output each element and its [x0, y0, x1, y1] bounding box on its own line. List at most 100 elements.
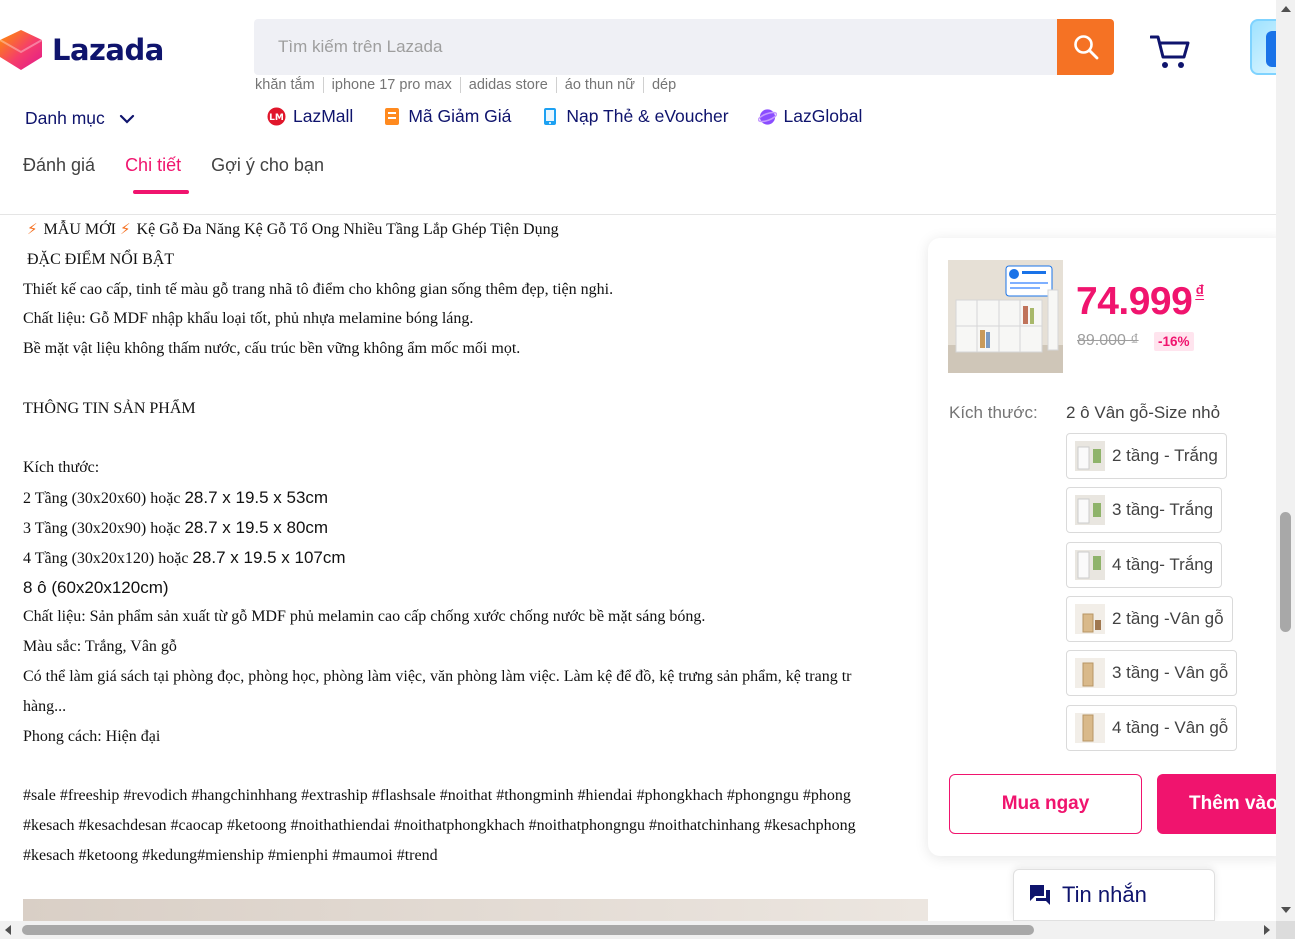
voucher-label: Mã Giảm Giá: [408, 106, 512, 126]
lazmall-link[interactable]: LM LazMall: [267, 106, 353, 127]
voucher-icon: [382, 107, 401, 126]
lazada-logo[interactable]: Lazada: [0, 30, 164, 70]
product-thumbnail: [948, 260, 1063, 373]
product-description: ⚡ MẪU MỚI ⚡ Kệ Gỗ Đa Năng Kệ Gỗ Tổ Ong Nhiề…: [23, 215, 928, 905]
option-thumbnail: [1075, 495, 1105, 525]
buy-now-button[interactable]: Mua ngay: [949, 774, 1142, 834]
lazglobal-icon: [757, 107, 777, 126]
description-tags: #sale #freeship #revodich #hangchinhhang…: [23, 787, 851, 805]
scroll-right-arrow-icon[interactable]: [1264, 925, 1270, 935]
promo-banner-thumbnail[interactable]: [1250, 19, 1276, 75]
size-option[interactable]: 3 tầng- Trắng: [1066, 487, 1223, 533]
option-thumbnail: [1075, 441, 1105, 471]
option-thumbnail: [1075, 604, 1105, 634]
horizontal-scrollbar-thumb[interactable]: [22, 925, 1034, 935]
description-tags: #kesach #ketoong #kedung#mienship #mienp…: [23, 846, 438, 864]
description-info-heading: THÔNG TIN SẢN PHẨM: [23, 399, 196, 417]
category-menu[interactable]: Danh mục: [25, 108, 135, 129]
current-price: 74.999 ₫: [1076, 280, 1205, 323]
vertical-scrollbar-thumb[interactable]: [1280, 512, 1291, 632]
lazada-heart-icon: [0, 30, 43, 70]
tab-details[interactable]: Chi tiết: [125, 155, 190, 194]
description-line: 4 Tầng (30x20x120) hoặc 28.7 x 19.5 x 10…: [23, 547, 346, 567]
description-image: [23, 899, 928, 921]
size-option[interactable]: 3 tầng - Vân gỗ: [1066, 650, 1238, 696]
description-line: 8 ô (60x20x120cm): [23, 577, 169, 597]
size-option[interactable]: 2 tầng -Vân gỗ: [1066, 596, 1233, 642]
cart-icon: [1149, 35, 1190, 68]
option-label: 2 tầng -Vân gỗ: [1112, 609, 1224, 628]
option-thumbnail: [1075, 550, 1105, 580]
option-label: 4 tầng - Vân gỗ: [1112, 718, 1229, 737]
chat-button[interactable]: Tin nhắn: [1013, 869, 1215, 921]
description-line: Phong cách: Hiện đại: [23, 727, 161, 745]
description-line: Chất liệu: Sản phẩm sản xuất từ gỗ MDF p…: [23, 608, 706, 626]
original-price: 89.000 ₫: [1077, 332, 1139, 349]
product-tabs: Đánh giá Chi tiết Gợi ý cho bạn: [23, 155, 354, 194]
search-button[interactable]: [1057, 19, 1114, 75]
vertical-scrollbar[interactable]: [1276, 0, 1295, 921]
keyword-link[interactable]: iphone 17 pro max: [322, 77, 460, 93]
description-line: 2 Tầng (30x20x60) hoặc 28.7 x 19.5 x 53c…: [23, 488, 329, 508]
lazmall-icon: LM: [267, 107, 286, 126]
purchase-panel: 74.999 ₫ 89.000 ₫ -16% Kích thước: 2 ô Vâ…: [928, 238, 1295, 856]
description-line: 3 Tầng (30x20x90) hoặc 28.7 x 19.5 x 80c…: [23, 517, 329, 537]
add-to-cart-button[interactable]: Thêm vào giỏ hàng: [1157, 774, 1295, 834]
tab-reviews[interactable]: Đánh giá: [23, 155, 95, 194]
description-title: ⚡ MẪU MỚI ⚡ Kệ Gỗ Đa Năng Kệ Gỗ Tổ Ong Nhiề…: [27, 220, 559, 238]
option-thumbnail: [1075, 658, 1105, 688]
topup-link[interactable]: Nạp Thẻ & eVoucher: [540, 106, 729, 127]
description-tags: #kesach #kesachdesan #caocap #ketoong #n…: [23, 816, 856, 834]
size-option[interactable]: 2 tầng - Trắng: [1066, 433, 1227, 479]
svg-text:LM: LM: [269, 113, 284, 123]
category-label: Danh mục: [25, 108, 105, 128]
lazglobal-link[interactable]: LazGlobal: [757, 106, 863, 127]
search-icon: [1073, 35, 1098, 60]
phone-topup-icon: [540, 107, 559, 126]
scroll-left-arrow-icon[interactable]: [5, 925, 11, 935]
voucher-link[interactable]: Mã Giảm Giá: [382, 106, 511, 127]
logo-text: Lazada: [52, 33, 164, 67]
chevron-down-icon: [119, 114, 134, 124]
description-heading: ĐẶC ĐIỂM NỔI BẬT: [27, 250, 175, 268]
chat-label: Tin nhắn: [1062, 882, 1147, 907]
topup-label: Nạp Thẻ & eVoucher: [566, 106, 729, 126]
discount-badge: -16%: [1154, 332, 1194, 351]
service-links: LM LazMall Mã Giảm Giá Nạp Thẻ & eVouche…: [267, 106, 891, 127]
description-line: Thiết kế cao cấp, tinh tế màu gỗ trang n…: [23, 280, 614, 298]
size-option[interactable]: 4 tầng - Vân gỗ: [1066, 705, 1238, 751]
keyword-link[interactable]: áo thun nữ: [555, 77, 643, 93]
lazmall-label: LazMall: [293, 106, 354, 126]
lazglobal-label: LazGlobal: [783, 106, 863, 126]
scroll-up-arrow-icon[interactable]: [1281, 6, 1291, 12]
scrollbar-corner: [1276, 921, 1295, 939]
option-label: 3 tầng - Vân gỗ: [1112, 663, 1229, 682]
description-line: Màu sắc: Trắng, Vân gỗ: [23, 638, 177, 656]
keyword-link[interactable]: dép: [642, 77, 684, 93]
horizontal-scrollbar[interactable]: [0, 921, 1276, 939]
lightning-icon: ⚡: [27, 220, 38, 238]
option-label: 4 tầng- Trắng: [1112, 555, 1214, 574]
description-line: Bề mặt vật liệu không thấm nước, cấu trú…: [23, 340, 521, 358]
option-thumbnail: [1075, 713, 1105, 743]
scroll-down-arrow-icon[interactable]: [1281, 907, 1291, 913]
cart-button[interactable]: [1149, 34, 1190, 70]
selected-size-value: 2 ô Vân gỗ-Size nhỏ: [1066, 403, 1221, 422]
lightning-icon: ⚡: [120, 220, 131, 238]
keyword-link[interactable]: adidas store: [459, 77, 556, 93]
tab-recommendations[interactable]: Gợi ý cho bạn: [211, 155, 324, 194]
size-option[interactable]: 4 tầng- Trắng: [1066, 542, 1223, 588]
description-line: Chất liệu: Gỗ MDF nhập khẩu loại tốt, ph…: [23, 310, 474, 328]
keyword-link[interactable]: khăn tắm: [255, 77, 323, 93]
chat-icon: [1030, 885, 1050, 905]
description-line: Kích thước:: [23, 459, 100, 477]
currency-symbol: ₫: [1195, 282, 1205, 302]
search-input[interactable]: [254, 19, 1058, 75]
option-label: 2 tầng - Trắng: [1112, 446, 1218, 465]
option-label: 3 tầng- Trắng: [1112, 500, 1214, 519]
search-field[interactable]: [254, 19, 1058, 75]
description-line: hàng...: [23, 697, 67, 715]
trending-keywords: khăn tắm iphone 17 pro max adidas store …: [255, 77, 684, 93]
